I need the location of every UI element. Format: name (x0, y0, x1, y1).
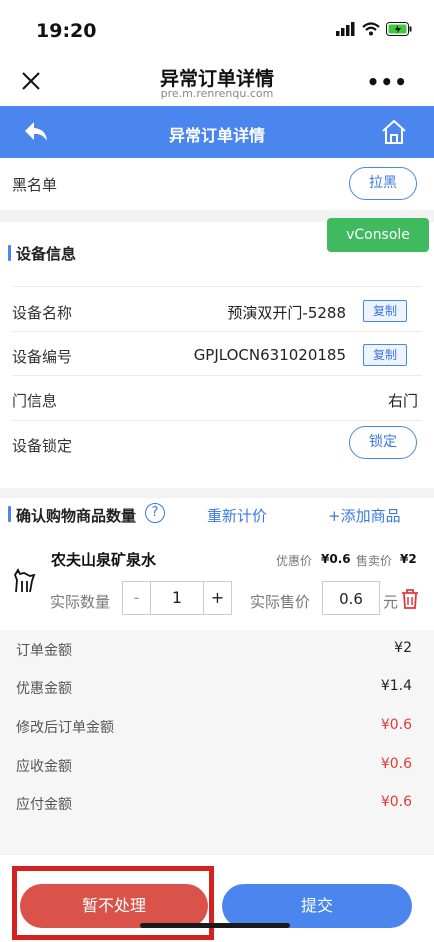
section-marker (8, 506, 11, 522)
blacklist-row: 黑名单 拉黑 (0, 158, 434, 210)
status-time: 19:20 (36, 20, 97, 42)
actual-price-label: 实际售价 (250, 593, 311, 611)
section-gap (0, 488, 434, 498)
divider (12, 420, 422, 421)
modified-amount-label: 修改后订单金额 (16, 720, 114, 736)
section-marker (8, 245, 11, 261)
order-amount-label: 订单金额 (16, 643, 72, 659)
divider (12, 331, 422, 332)
divider (12, 286, 422, 287)
device-lock-label: 设备锁定 (12, 437, 73, 455)
unit-label: 元 (383, 593, 399, 611)
copy-code-button[interactable]: 复制 (363, 344, 407, 366)
divider (12, 375, 422, 376)
add-product-link[interactable]: +添加商品 (328, 505, 401, 526)
increase-button[interactable]: + (203, 582, 231, 614)
discount-value: ¥0.6 (321, 552, 351, 566)
submit-button[interactable]: 提交 (222, 884, 412, 928)
receivable-label: 应收金额 (16, 759, 72, 775)
modified-amount-value: ¥0.6 (380, 717, 412, 733)
help-icon[interactable]: ? (145, 503, 165, 523)
lock-button[interactable]: 锁定 (349, 426, 417, 459)
order-amount-value: ¥2 (394, 640, 412, 656)
product-name: 农夫山泉矿泉水 (51, 551, 157, 569)
price-value: ¥2 (400, 552, 417, 566)
browser-header: 异常订单详情 pre.m.renrenqu.com ••• (0, 60, 434, 106)
device-name-value: 预演双开门-5288 (227, 304, 346, 322)
delete-icon[interactable] (401, 589, 419, 609)
device-section-title: 设备信息 (16, 245, 77, 263)
receivable-value: ¥0.6 (380, 756, 412, 772)
highlight-frame (12, 866, 214, 940)
device-code-value: GPJLOCN631020185 (193, 346, 346, 364)
signal-icon (336, 22, 355, 36)
actual-price-input[interactable]: 0.6 (322, 581, 380, 615)
discount-label: 优惠价 (276, 554, 313, 568)
device-code-label: 设备编号 (12, 348, 73, 366)
quantity-stepper: - 1 + (122, 581, 232, 615)
price-label: 售卖价 (356, 554, 393, 568)
recalculate-link[interactable]: 重新计价 (207, 505, 267, 526)
quantity-label: 实际数量 (50, 593, 111, 611)
device-info-section: 设备信息 设备名称 预演双开门-5288 复制 设备编号 GPJLOCN6310… (0, 222, 434, 488)
page-title: 异常订单详情 (168, 126, 265, 145)
status-bar: 19:20 (0, 0, 434, 60)
device-name-label: 设备名称 (12, 304, 73, 322)
blacklist-button[interactable]: 拉黑 (349, 167, 417, 200)
discount-amount-value: ¥1.4 (380, 678, 412, 694)
home-icon[interactable] (380, 118, 408, 146)
payable-value: ¥0.6 (380, 794, 412, 810)
battery-icon (386, 22, 412, 36)
payable-label: 应付金额 (16, 797, 72, 813)
quantity-value[interactable]: 1 (151, 582, 203, 614)
door-value: 右门 (387, 392, 418, 410)
status-icons (336, 22, 412, 36)
decrease-button[interactable]: - (123, 582, 151, 614)
wifi-icon (362, 22, 380, 36)
more-icon[interactable]: ••• (367, 70, 408, 94)
discount-amount-label: 优惠金额 (16, 681, 72, 697)
summary-section: 订单金额 ¥2 优惠金额 ¥1.4 修改后订单金额 ¥0.6 应收金额 ¥0.6… (0, 630, 434, 855)
goods-section-title: 确认购物商品数量 (16, 507, 137, 525)
product-image (13, 568, 36, 593)
nav-bar: 异常订单详情 (0, 106, 434, 158)
home-indicator (140, 923, 290, 928)
door-label: 门信息 (12, 392, 58, 410)
vconsole-button[interactable]: vConsole (327, 218, 429, 252)
copy-name-button[interactable]: 复制 (363, 300, 407, 322)
blacklist-label: 黑名单 (12, 176, 58, 194)
